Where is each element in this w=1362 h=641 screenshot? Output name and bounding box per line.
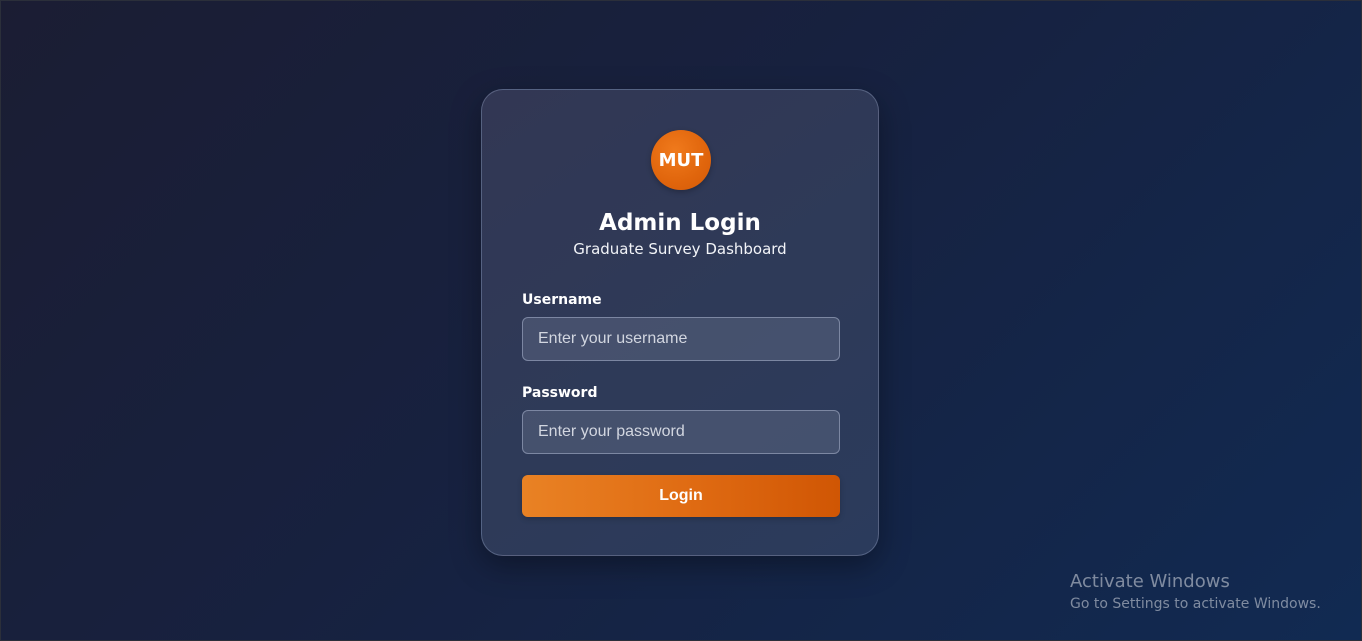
password-input[interactable] (522, 410, 840, 454)
watermark-subtitle: Go to Settings to activate Windows. (1070, 596, 1321, 612)
username-label: Username (522, 292, 602, 308)
password-label: Password (522, 385, 598, 401)
watermark-title: Activate Windows (1070, 571, 1230, 592)
logo: MUT (651, 130, 711, 190)
login-button[interactable]: Login (522, 475, 840, 517)
username-input[interactable] (522, 317, 840, 361)
login-card: MUT Admin Login Graduate Survey Dashboar… (481, 89, 879, 556)
page-title: Admin Login (599, 210, 761, 236)
page-subtitle: Graduate Survey Dashboard (573, 240, 787, 258)
logo-text: MUT (658, 149, 704, 171)
activate-windows-watermark: Activate Windows Go to Settings to activ… (1070, 571, 1321, 614)
